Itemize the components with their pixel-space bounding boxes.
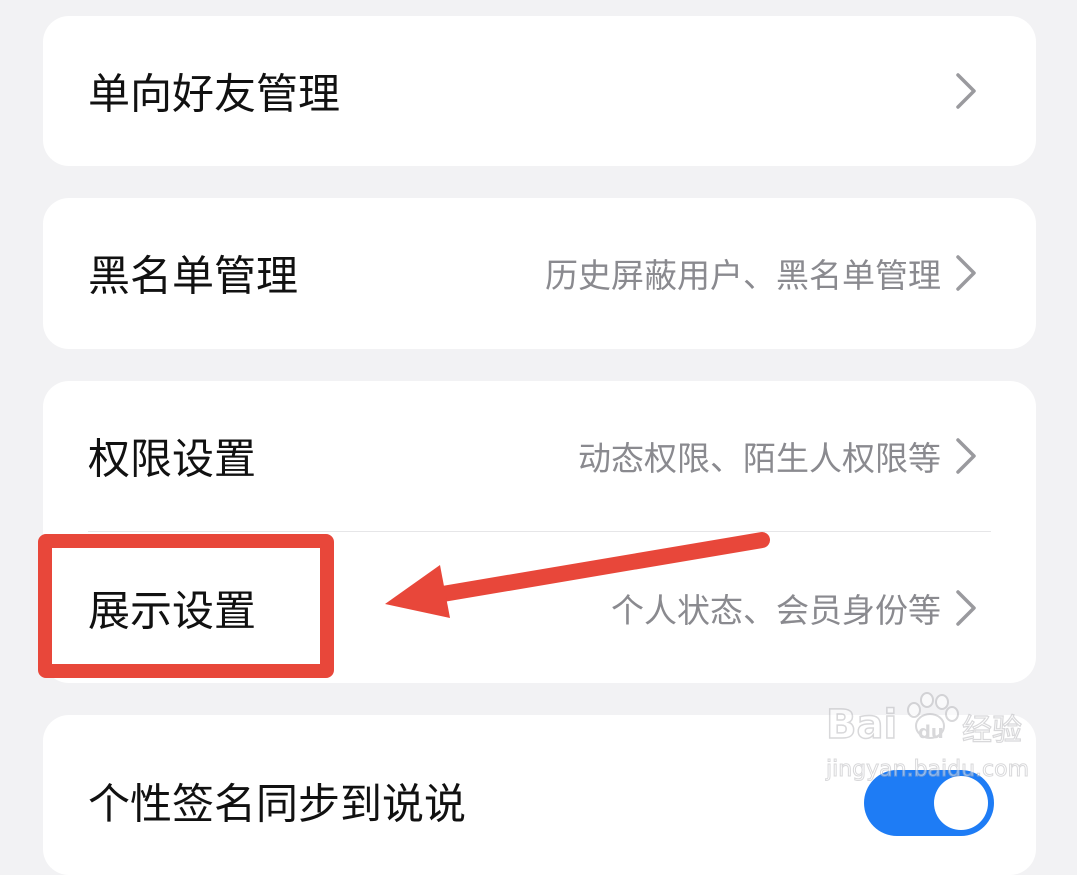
settings-row-one-way-friends[interactable]: 单向好友管理 — [43, 16, 1036, 166]
row-title: 单向好友管理 — [88, 69, 341, 119]
svg-text:jingyan.baidu.com: jingyan.baidu.com — [825, 757, 1029, 782]
settings-row-permissions[interactable]: 权限设置 动态权限、陌生人权限等 — [43, 381, 1036, 531]
row-divider — [88, 531, 991, 532]
settings-row-blacklist[interactable]: 黑名单管理 历史屏蔽用户、黑名单管理 — [43, 198, 1036, 348]
chevron-right-icon — [956, 255, 976, 291]
settings-card-blacklist: 黑名单管理 历史屏蔽用户、黑名单管理 — [43, 198, 1036, 349]
annotation-highlight-box — [38, 534, 334, 678]
chevron-right-icon — [956, 590, 976, 626]
svg-text:du: du — [918, 722, 944, 743]
settings-card-one-way-friends: 单向好友管理 — [43, 16, 1036, 166]
row-title: 黑名单管理 — [88, 251, 299, 301]
svg-text:经验: 经验 — [962, 713, 1022, 748]
row-subtitle: 动态权限、陌生人权限等 — [578, 439, 941, 478]
row-subtitle: 个人状态、会员身份等 — [611, 591, 941, 630]
row-subtitle: 历史屏蔽用户、黑名单管理 — [545, 256, 941, 295]
svg-text:Bai: Bai — [826, 702, 897, 748]
chevron-right-icon — [956, 438, 976, 474]
row-title: 个性签名同步到说说 — [88, 779, 467, 829]
baidu-jingyan-watermark: Bai du 经验 jingyan.baidu.com — [825, 692, 1030, 783]
row-title: 权限设置 — [88, 434, 257, 484]
chevron-right-icon — [956, 73, 976, 109]
